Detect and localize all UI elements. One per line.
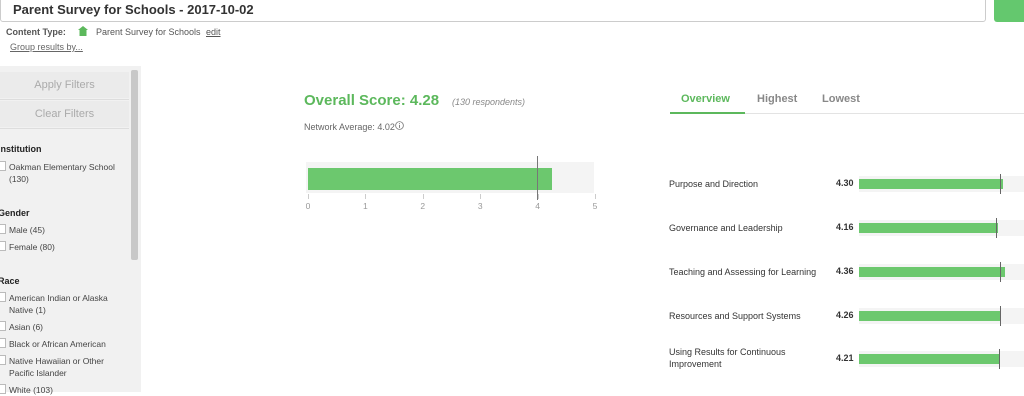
checkbox[interactable] (0, 338, 6, 348)
category-score-bar (859, 223, 998, 233)
tab-overview[interactable]: Overview (681, 93, 730, 105)
checkbox[interactable] (0, 241, 6, 251)
axis-tick-label: 0 (305, 201, 311, 211)
filter-heading-gender: Gender (0, 208, 30, 218)
sidebar-divider (0, 99, 129, 100)
filter-option-label: Asian (6) (9, 322, 44, 332)
category-bar-track (859, 262, 1024, 282)
green-action-button[interactable] (994, 0, 1024, 22)
checkbox[interactable] (0, 321, 6, 331)
tab-lowest[interactable]: Lowest (822, 93, 860, 105)
filter-option-label: Black or African American (9, 339, 106, 349)
category-score: 4.21 (836, 353, 854, 363)
category-bar-track (859, 349, 1024, 369)
survey-title-field[interactable]: Parent Survey for Schools - 2017-10-02 (0, 0, 986, 22)
category-score-bar (859, 179, 1003, 189)
filter-option-label: Oakman Elementary School (130) (9, 162, 115, 184)
category-average-marker (1000, 174, 1002, 194)
content-type-value: Parent Survey for Schools (96, 27, 201, 37)
category-average-marker (995, 218, 997, 238)
category-label[interactable]: Resources and Support Systems (669, 310, 834, 322)
filter-option-label: White (103) (9, 385, 53, 395)
axis-tick-label: 5 (592, 201, 598, 211)
checkbox[interactable] (0, 161, 6, 171)
axis-tick-label: 1 (363, 201, 368, 211)
category-bar-track (859, 174, 1024, 194)
content-type-label: Content Type: (6, 27, 66, 37)
filter-option[interactable]: Oakman Elementary School (130) (0, 161, 124, 185)
category-average-marker (999, 262, 1001, 282)
filter-option-label: Female (80) (9, 242, 55, 252)
category-score-bar (859, 267, 1005, 277)
category-score: 4.30 (836, 178, 854, 188)
school-icon (78, 26, 88, 36)
filter-option-label: American Indian or Alaska Native (1) (9, 293, 108, 315)
filter-heading-race: Race (0, 276, 20, 286)
clear-filters-button[interactable]: Clear Filters (0, 101, 129, 127)
filter-option[interactable]: Female (80) (0, 241, 124, 253)
overall-score-title: Overall Score: 4.28 (304, 92, 440, 109)
axis-tick-label: 4 (535, 201, 540, 211)
filter-option[interactable]: Male (45) (0, 224, 124, 236)
checkbox[interactable] (0, 384, 6, 394)
sidebar-scrollbar[interactable] (131, 70, 138, 260)
overall-score-chart (306, 156, 594, 200)
category-average-marker (999, 306, 1001, 326)
category-score-bar (859, 311, 1002, 321)
sidebar-divider (0, 128, 129, 129)
category-label[interactable]: Using Results for Continuous Improvement (669, 346, 834, 370)
axis-tick-mark (422, 194, 424, 199)
axis-tick-mark (308, 194, 309, 199)
filter-option[interactable]: Asian (6) (0, 321, 124, 333)
filter-option[interactable]: Native Hawaiian or Other Pacific Islande… (0, 355, 124, 379)
respondent-count: (130 respondents) (452, 97, 526, 107)
checkbox[interactable] (0, 292, 6, 302)
filter-option[interactable]: American Indian or Alaska Native (1) (0, 292, 124, 316)
category-label[interactable]: Purpose and Direction (669, 178, 834, 190)
axis-tick-mark (480, 194, 482, 199)
category-score-bar (859, 354, 1000, 364)
filter-option[interactable]: Black or African American (0, 338, 124, 350)
category-label[interactable]: Governance and Leadership (669, 222, 834, 234)
filter-sidebar: Apply Filters Clear Filters Institution … (0, 66, 141, 395)
filter-option-label: Male (45) (9, 225, 45, 235)
axis-tick-mark (537, 194, 539, 199)
info-icon[interactable] (395, 121, 404, 130)
category-average-marker (998, 349, 1000, 369)
axis-tick-label: 2 (420, 201, 426, 211)
category-score: 4.16 (836, 222, 854, 232)
filter-option-label: Native Hawaiian or Other Pacific Islande… (9, 356, 104, 378)
axis-tick-mark (595, 194, 596, 199)
checkbox[interactable] (0, 224, 6, 234)
filter-heading-institution: Institution (0, 144, 42, 154)
overall-score-bar (308, 168, 553, 190)
tab-highest[interactable]: Highest (757, 93, 797, 105)
active-tab-indicator (670, 112, 745, 114)
checkbox[interactable] (0, 355, 6, 365)
network-average: Network Average: 4.02 (304, 121, 404, 132)
axis-tick-label: 3 (477, 201, 483, 211)
category-bar-track (859, 218, 1024, 238)
group-results-link[interactable]: Group results by... (10, 42, 83, 52)
edit-content-type-link[interactable]: edit (206, 27, 221, 37)
apply-filters-button[interactable]: Apply Filters (0, 72, 129, 98)
filter-option[interactable]: White (103) (0, 384, 124, 396)
category-bar-track (859, 306, 1024, 326)
axis-tick-mark (365, 194, 367, 199)
network-average-label: Network Average: 4.02 (304, 122, 395, 132)
category-label[interactable]: Teaching and Assessing for Learning (669, 266, 834, 278)
category-score: 4.26 (836, 310, 854, 320)
category-score: 4.36 (836, 266, 854, 276)
